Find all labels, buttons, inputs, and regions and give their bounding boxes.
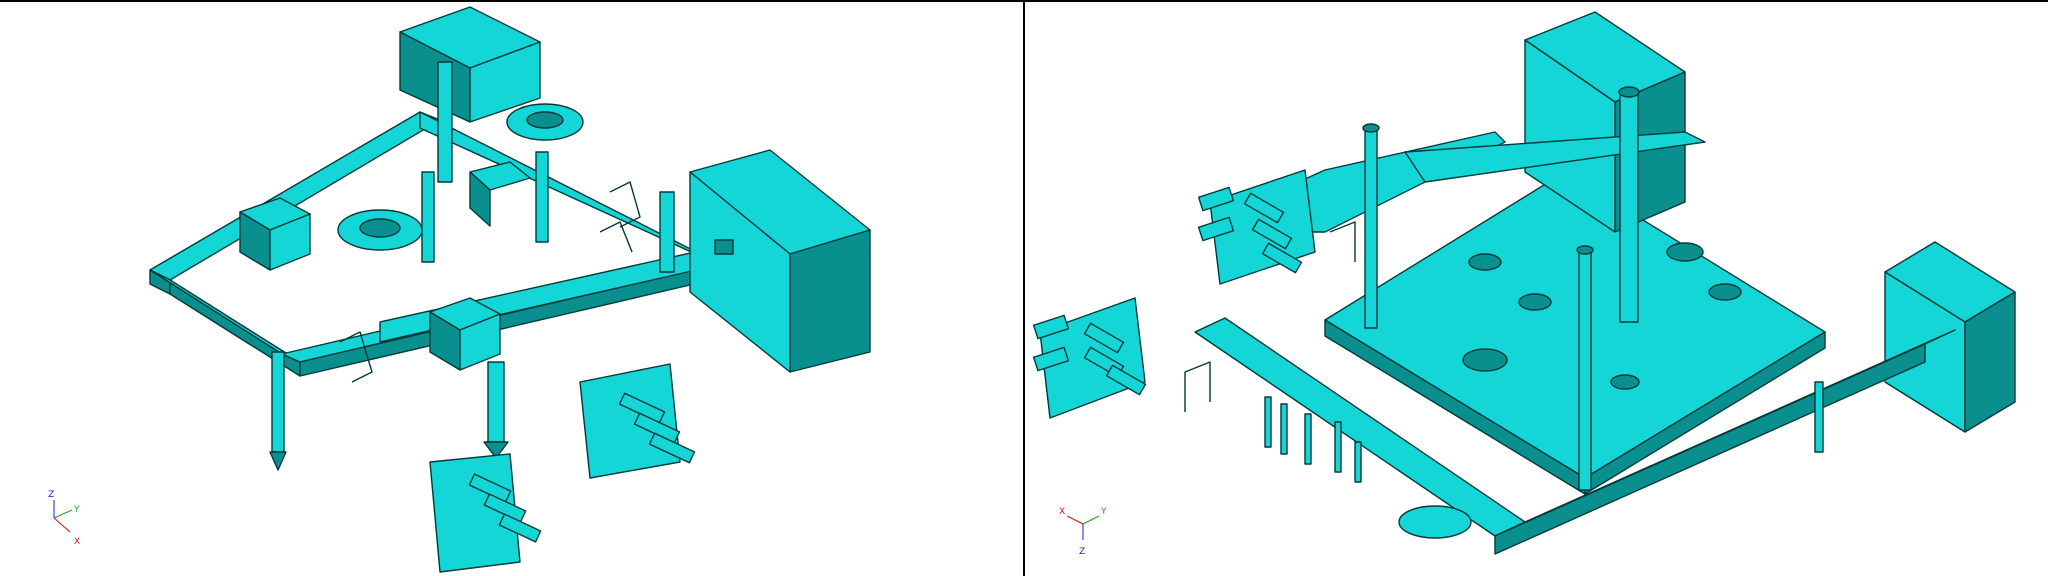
x-axis-label: X (1059, 507, 1065, 517)
x-axis-label: X (74, 537, 80, 547)
axis-triad-left: Z Y X (36, 488, 106, 558)
assembly-model-left[interactable] (0, 2, 1023, 576)
assembly-model-right[interactable] (1025, 2, 2048, 576)
z-axis-label: Z (48, 490, 54, 500)
axis-triad-right: X Y Z (1043, 488, 1113, 558)
y-axis-label: Y (1100, 507, 1107, 517)
y-axis-label: Y (73, 505, 80, 515)
cad-application: Z Y X X Y Z (0, 0, 2048, 576)
viewport-right[interactable]: X Y Z (1025, 2, 2048, 576)
viewport-left[interactable]: Z Y X (0, 2, 1023, 576)
z-axis-label: Z (1079, 547, 1085, 557)
